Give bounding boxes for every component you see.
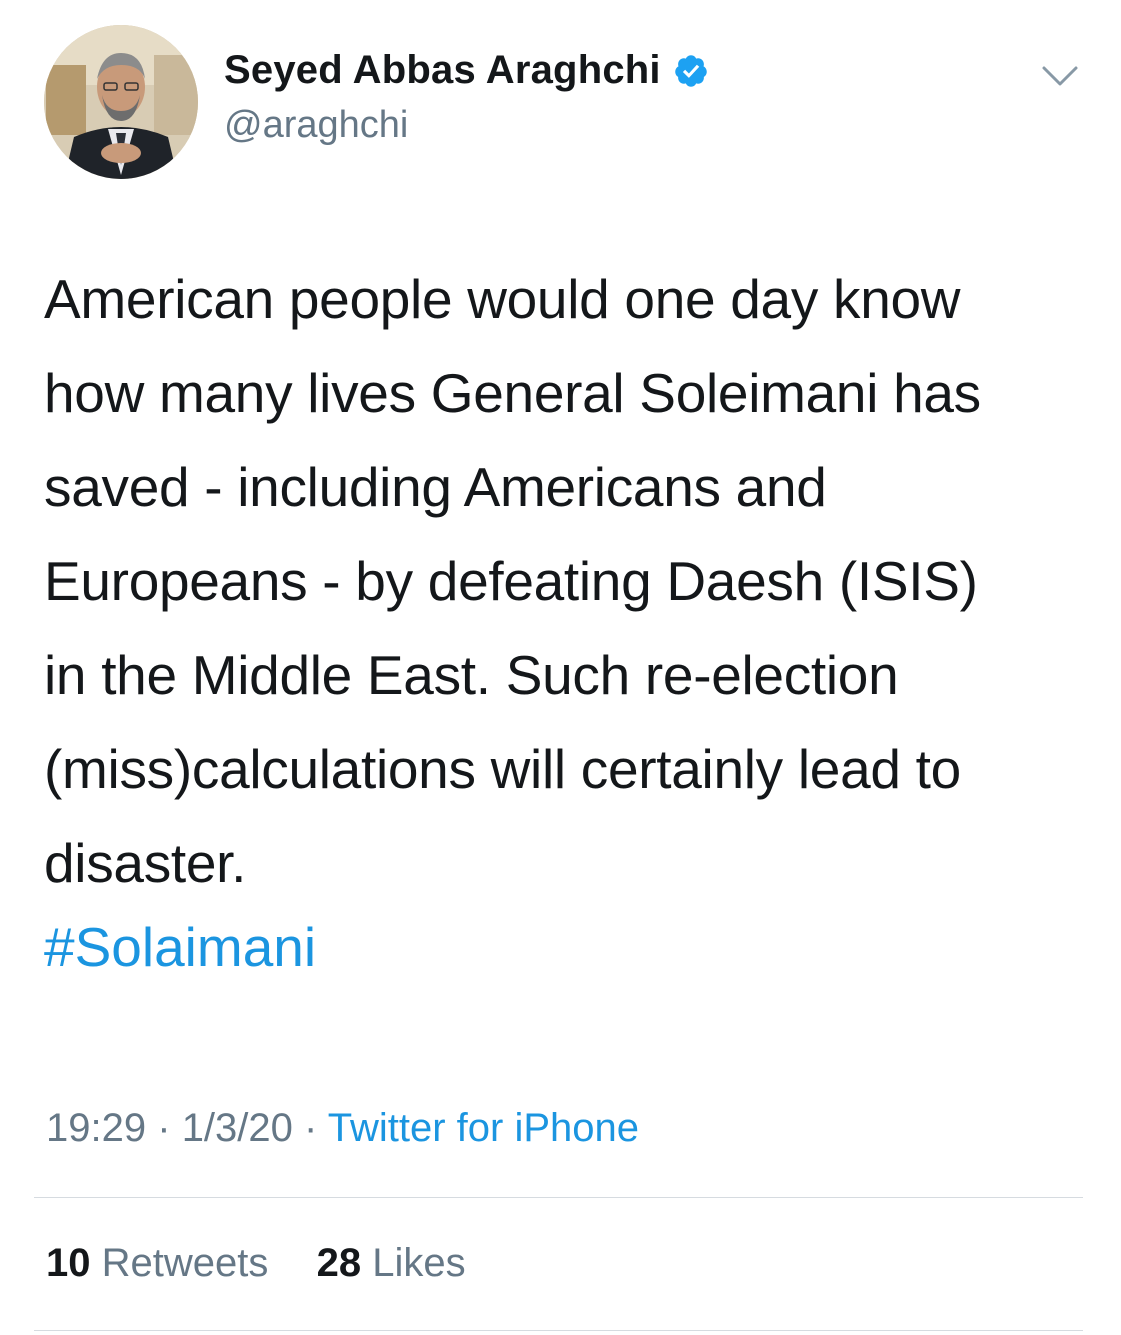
verified-badge-icon [673,53,709,89]
author-display-name[interactable]: Seyed Abbas Araghchi [224,48,661,93]
tweet-text-line: how many lives General Soleimani has [44,362,981,424]
avatar[interactable] [44,25,198,179]
tweet-source-link[interactable]: Twitter for iPhone [328,1106,639,1150]
retweets-stat[interactable]: 10 Retweets [46,1241,280,1285]
tweet-text-line: (miss)calculations will certainly lead t… [44,738,961,800]
tweet-text-line: disaster. [44,832,247,894]
retweets-count: 10 [46,1241,91,1285]
tweet-text-line: in the Middle East. Such re-election [44,644,899,706]
meta-separator: · [304,1106,318,1150]
author-handle[interactable]: @araghchi [224,104,408,147]
tweet-text-line: saved - including Americans and [44,456,827,518]
divider [34,1197,1083,1198]
retweets-label: Retweets [101,1241,269,1285]
tweet-text: American people would one day know how m… [44,252,1094,910]
hashtag-link[interactable]: #Solaimani [44,900,316,994]
tweet-text-line: American people would one day know [44,268,961,330]
likes-count: 28 [316,1241,362,1285]
likes-stat[interactable]: 28 Likes [317,1241,466,1285]
author-name-row[interactable]: Seyed Abbas Araghchi [224,48,709,93]
likes-label: Likes [372,1241,466,1285]
tweet-time: 19:29 [46,1106,147,1150]
tweet-metadata: 19:29 · 1/3/20 · Twitter for iPhone [46,1106,639,1151]
tweet-text-line: Europeans - by defeating Daesh (ISIS) [44,550,978,612]
chevron-down-icon[interactable] [1038,62,1082,92]
divider [34,1330,1083,1331]
tweet-stats: 10 Retweets 28 Likes [46,1241,466,1286]
meta-separator: · [157,1106,171,1150]
tweet-date: 1/3/20 [181,1106,293,1150]
